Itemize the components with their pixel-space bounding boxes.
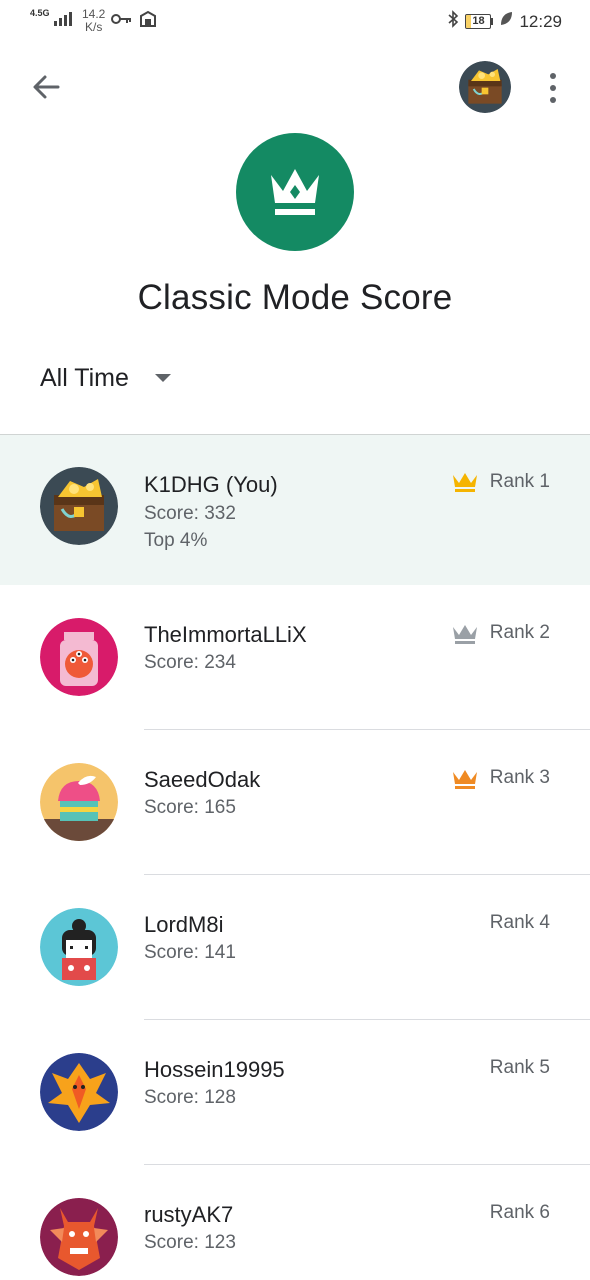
player-rank: Rank 3 [489,767,550,788]
treasure-chest-avatar [40,467,118,545]
network-type: 4.5G [30,8,50,18]
time-filter-label: All Time [40,363,129,392]
signal-icon [54,10,72,26]
bronze-crown-icon [453,770,477,789]
arrow-back-icon [33,75,60,99]
player-score: Score: 123 [144,1232,236,1253]
time-filter-dropdown[interactable]: All Time [40,358,171,398]
player-name: rustyAK7 [144,1202,234,1227]
player-name: Hossein19995 [144,1057,285,1082]
dropdown-caret-icon [154,374,171,382]
player-name: K1DHG (You) [144,472,278,497]
page-title: Classic Mode Score [137,278,453,317]
silver-crown-icon [453,625,477,644]
crown-icon [271,169,319,215]
player-score: Score: 165 [144,797,236,818]
player-score: Score: 234 [144,652,236,673]
bluetooth-icon [447,10,459,33]
key-icon [111,10,133,31]
player-rank: Rank 5 [489,1057,550,1078]
kokeshi-doll-avatar [40,908,118,986]
profile-avatar[interactable] [459,61,511,113]
leaderboard-list: K1DHG (You) Score: 332 Top 4% Rank 1 The… [0,435,590,1280]
player-rank: Rank 2 [489,622,550,643]
battery-icon: 18 [465,14,494,29]
vpn-lock-icon [139,10,157,33]
jar-monster-avatar [40,618,118,696]
player-percentile: Top 4% [144,530,208,551]
more-options-button[interactable] [540,68,566,108]
treasure-chest-icon [459,61,511,113]
network-speed: 14.2 K/s [82,7,106,34]
player-rank: Rank 6 [489,1202,550,1223]
leaderboard-row[interactable]: LordM8i Score: 141 Rank 4 [0,875,590,1020]
dragon-avatar [40,1198,118,1276]
player-score: Score: 128 [144,1087,236,1108]
leaderboard-row[interactable]: rustyAK7 Score: 123 Rank 6 [0,1165,590,1280]
player-score: Score: 332 [144,503,236,524]
player-rank: Rank 4 [489,912,550,933]
status-time: 12:29 [519,11,562,31]
cupcake-avatar [40,763,118,841]
player-score: Score: 141 [144,942,236,963]
status-bar: 4.5G 14.2 K/s 18 12:29 [0,0,590,44]
player-name: LordM8i [144,912,224,937]
phoenix-avatar [40,1053,118,1131]
player-name: TheImmortaLLiX [144,622,307,647]
gold-crown-icon [453,473,477,492]
more-vert-icon [550,73,556,79]
player-rank: Rank 1 [489,471,550,492]
leaderboard-row-you[interactable]: K1DHG (You) Score: 332 Top 4% Rank 1 [0,435,590,585]
leaderboard-row[interactable]: SaeedOdak Score: 165 Rank 3 [0,730,590,875]
player-name: SaeedOdak [144,767,261,792]
leaderboard-badge [236,133,354,251]
leaderboard-row[interactable]: Hossein19995 Score: 128 Rank 5 [0,1020,590,1165]
leaderboard-row[interactable]: TheImmortaLLiX Score: 234 Rank 2 [0,585,590,730]
leaf-icon [499,11,513,32]
back-button[interactable] [28,68,66,106]
